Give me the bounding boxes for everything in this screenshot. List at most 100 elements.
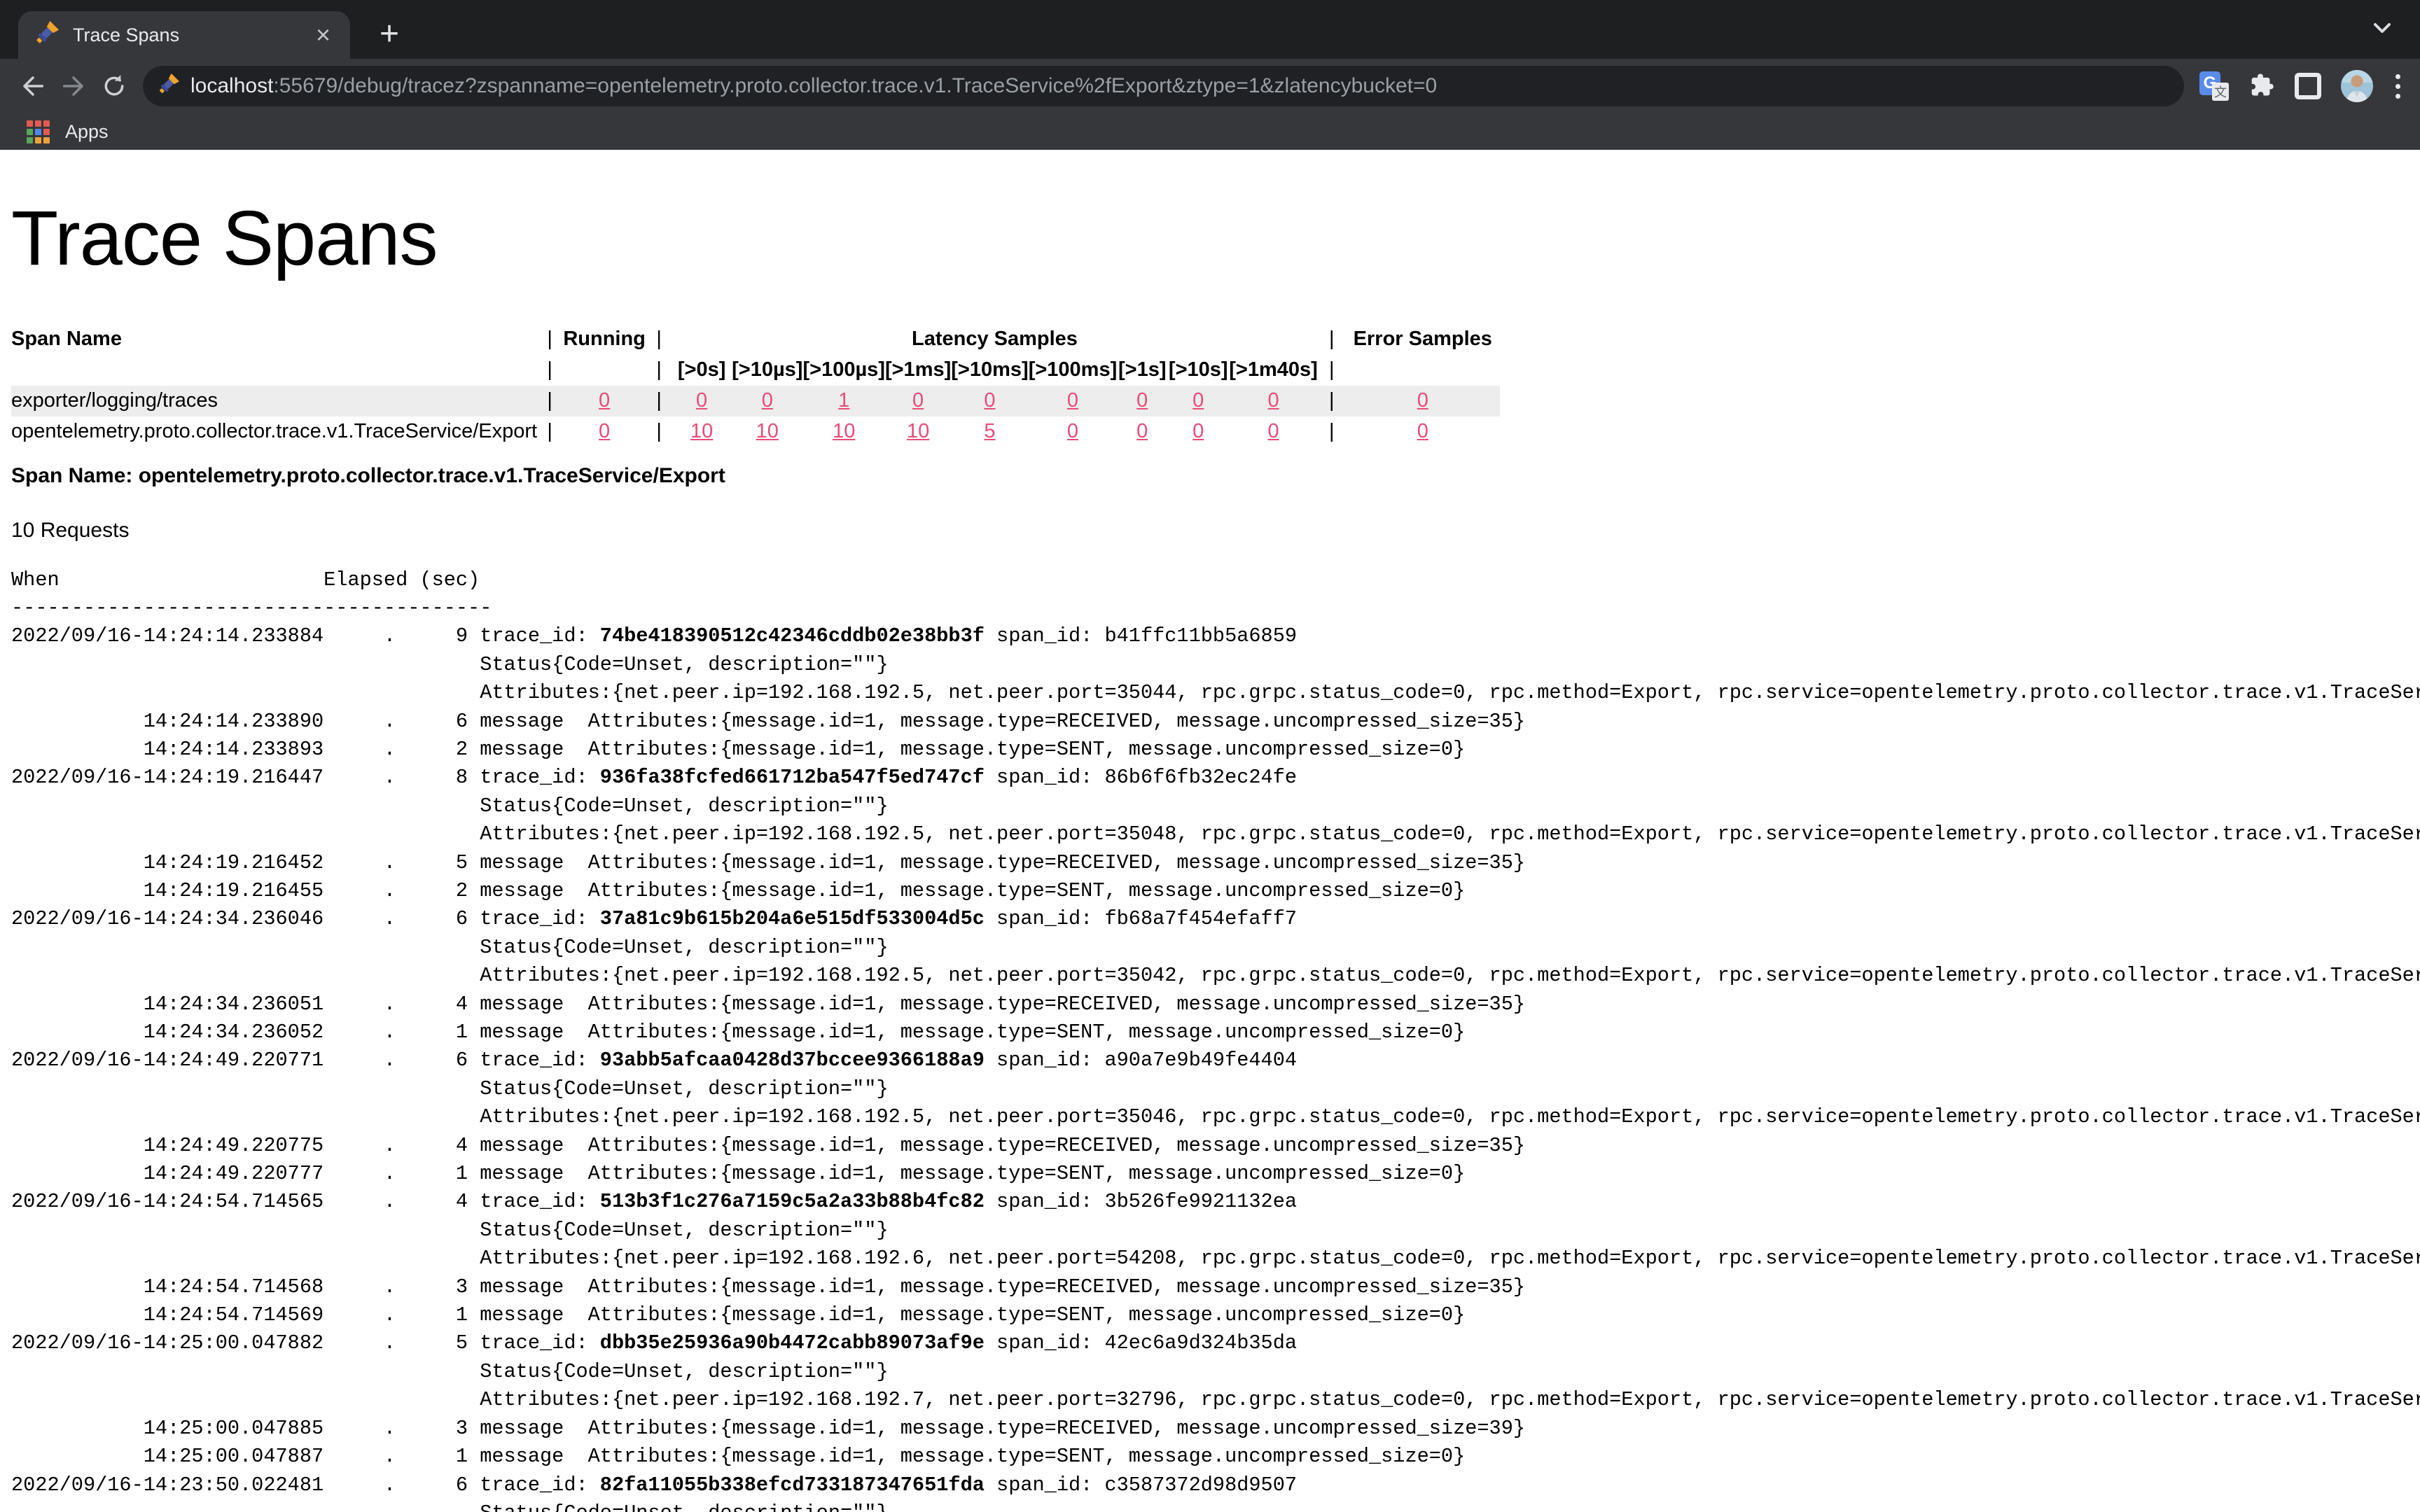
sample-count-link[interactable]: 10 (690, 420, 713, 442)
chrome-menu-icon[interactable] (2393, 71, 2403, 102)
apps-grid-icon[interactable] (27, 120, 50, 144)
sample-count-link[interactable]: 5 (984, 420, 995, 442)
error-count: 0 (1346, 386, 1500, 416)
latency-count: 0 (1029, 386, 1118, 416)
pipe-separator: | (537, 386, 562, 416)
bookmarks-bar: Apps (0, 113, 2420, 150)
sample-count-link[interactable]: 0 (1192, 420, 1204, 442)
sample-count-link[interactable]: 0 (599, 389, 610, 412)
latency-bucket-label: [>100µs] (802, 355, 884, 386)
latency-count: 0 (1029, 416, 1118, 447)
trace-id: 74be418390512c42346cddb02e38bb3f (600, 624, 985, 648)
sample-count-link[interactable]: 0 (1136, 389, 1148, 412)
browser-tab[interactable]: Trace Spans × (18, 11, 350, 59)
bookmark-apps[interactable]: Apps (65, 121, 109, 143)
table-header-row: Span Name | Running | Latency Samples | … (11, 324, 1500, 355)
page-title: Trace Spans (11, 195, 2420, 284)
latency-bucket-label: [>10µs] (732, 355, 802, 386)
latency-bucket-label: [>1s] (1117, 355, 1167, 386)
sample-count-link[interactable]: 1 (838, 389, 849, 412)
trace-id: 93abb5afcaa0428d37bccee9366188a9 (600, 1049, 985, 1072)
browser-toolbar: localhost:55679/debug/tracez?zspanname=o… (0, 59, 2420, 113)
latency-count: 0 (1167, 416, 1229, 447)
sample-count-link[interactable]: 0 (696, 389, 707, 412)
forward-button[interactable] (53, 66, 94, 106)
opentelemetry-favicon-icon (34, 21, 59, 50)
address-bar[interactable]: localhost:55679/debug/tracez?zspanname=o… (143, 66, 2184, 106)
running-count: 0 (562, 386, 646, 416)
sample-count-link[interactable]: 0 (1192, 389, 1204, 412)
span-name-cell: exporter/logging/traces (11, 386, 537, 416)
sample-count-link[interactable]: 0 (599, 420, 610, 442)
tab-strip: Trace Spans × + (0, 0, 2420, 59)
latency-count: 0 (1117, 386, 1167, 416)
request-log: When Elapsed (sec) ---------------------… (11, 566, 2420, 1512)
pipe-separator: | (537, 416, 562, 447)
profile-avatar[interactable] (2341, 70, 2373, 102)
pipe-separator: | (537, 324, 562, 355)
latency-count: 0 (1229, 416, 1318, 447)
trace-id: 936fa38fcfed661712ba547f5ed747cf (600, 766, 985, 789)
sample-count-link[interactable]: 10 (833, 420, 855, 442)
sample-count-link[interactable]: 0 (1267, 420, 1279, 442)
pipe-separator: | (646, 355, 672, 386)
latency-count: 10 (802, 416, 884, 447)
pipe-separator: | (1318, 324, 1346, 355)
running-count: 0 (562, 416, 646, 447)
url-path: :55679/debug/tracez?zspanname=openteleme… (273, 74, 1437, 97)
latency-count: 0 (1167, 386, 1229, 416)
reload-button[interactable] (94, 66, 134, 106)
sample-count-link[interactable]: 0 (1267, 389, 1279, 412)
bucket-header-row: ||[>0s][>10µs][>100µs][>1ms][>10ms][>100… (11, 355, 1500, 386)
table-cell (562, 355, 646, 386)
pipe-separator: | (1318, 386, 1346, 416)
latency-bucket-label: [>10s] (1167, 355, 1229, 386)
url-host: localhost (190, 74, 273, 97)
trace-id: 513b3f1c276a7159c5a2a33b88b4fc82 (600, 1190, 985, 1213)
error-count: 0 (1346, 416, 1500, 447)
tab-search-chevron-icon[interactable] (2370, 20, 2395, 40)
latency-bucket-label: [>100ms] (1029, 355, 1118, 386)
spans-table: Span Name | Running | Latency Samples | … (11, 324, 1500, 447)
latency-bucket-label: [>1ms] (885, 355, 951, 386)
latency-count: 5 (951, 416, 1028, 447)
side-panel-icon[interactable] (2295, 73, 2321, 99)
pipe-separator: | (646, 324, 672, 355)
latency-count: 0 (672, 386, 732, 416)
sample-count-link[interactable]: 0 (1417, 389, 1428, 412)
trace-id: 82fa11055b338efcd733187347651fda (600, 1474, 985, 1497)
sample-count-link[interactable]: 0 (1067, 389, 1078, 412)
tab-title: Trace Spans (73, 24, 312, 46)
trace-id: dbb35e25936a90b4472cabb89073af9e (600, 1331, 985, 1354)
span-name-cell: opentelemetry.proto.collector.trace.v1.T… (11, 416, 537, 447)
sample-count-link[interactable]: 10 (756, 420, 779, 442)
back-button[interactable] (13, 66, 53, 106)
pipe-separator: | (537, 355, 562, 386)
sample-count-link[interactable]: 0 (1417, 420, 1428, 442)
new-tab-button[interactable]: + (370, 14, 409, 53)
span-row: opentelemetry.proto.collector.trace.v1.T… (11, 416, 1500, 447)
extensions-puzzle-icon[interactable] (2248, 71, 2275, 102)
sample-count-link[interactable]: 10 (907, 420, 929, 442)
translate-icon[interactable]: G文 (2199, 71, 2229, 101)
pipe-separator: | (1318, 355, 1346, 386)
latency-bucket-label: [>1m40s] (1229, 355, 1318, 386)
pipe-separator: | (646, 416, 672, 447)
col-running: Running (562, 324, 646, 355)
sample-count-link[interactable]: 0 (1067, 420, 1078, 442)
table-cell (1346, 355, 1500, 386)
col-span-name: Span Name (11, 324, 537, 355)
pipe-separator: | (1318, 416, 1346, 447)
sample-count-link[interactable]: 0 (912, 389, 924, 412)
tab-close-icon[interactable]: × (312, 22, 335, 48)
table-cell (11, 355, 537, 386)
page-content: Trace Spans Span Name | Running | Latenc… (0, 150, 2420, 1512)
sample-count-link[interactable]: 0 (762, 389, 773, 412)
latency-count: 0 (732, 386, 802, 416)
col-error-samples: Error Samples (1346, 324, 1500, 355)
latency-count: 10 (732, 416, 802, 447)
sample-count-link[interactable]: 0 (1136, 420, 1148, 442)
request-count: 10 Requests (11, 519, 2420, 542)
col-latency-samples: Latency Samples (672, 324, 1318, 355)
sample-count-link[interactable]: 0 (984, 389, 995, 412)
